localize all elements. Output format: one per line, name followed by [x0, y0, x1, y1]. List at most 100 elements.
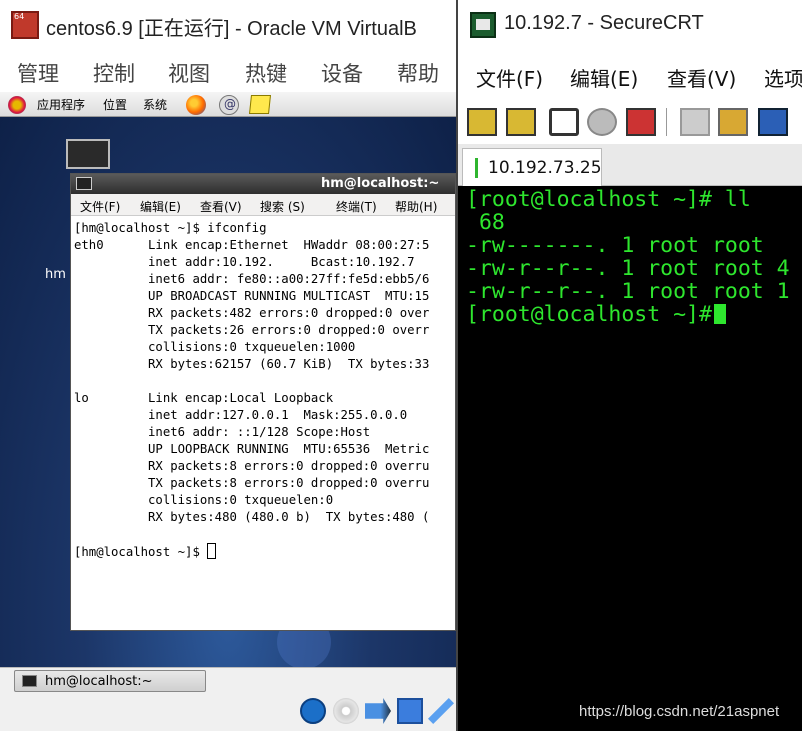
- crt-line: [root@localhost ~]# ll: [466, 187, 751, 212]
- optical-drive-status-icon[interactable]: [333, 698, 359, 724]
- terminal-menu-search[interactable]: 搜索 (S): [260, 198, 305, 215]
- crt-line: 68: [466, 210, 505, 235]
- disconnect-icon[interactable]: [626, 108, 656, 136]
- securecrt-window: 10.192.7 - SecureCRT 文件(F) 编辑(E) 查看(V) 选…: [456, 0, 802, 731]
- securecrt-app-icon: [470, 12, 496, 38]
- terminal-line: RX bytes:480 (480.0 b) TX bytes:480 (: [74, 510, 430, 524]
- quick-connect-icon[interactable]: [506, 108, 536, 136]
- terminal-prompt: [hm@localhost ~]$: [74, 545, 208, 559]
- terminal-line: inet6 addr: ::1/128 Scope:Host: [74, 425, 371, 439]
- gnome-top-panel: 应用程序 位置 系统: [0, 92, 456, 117]
- securecrt-menubar: 文件(F) 编辑(E) 查看(V) 选项: [458, 48, 802, 98]
- terminal-line: inet addr:10.192. Bcast:10.192.7: [74, 255, 415, 269]
- crt-prompt-line: [root@localhost ~]#: [466, 303, 790, 326]
- terminal-line: inet addr:127.0.0.1 Mask:255.0.0.0: [74, 408, 408, 422]
- terminal-icon: [76, 177, 92, 190]
- computer-desktop-icon[interactable]: [66, 139, 110, 169]
- terminal-cursor: [207, 543, 217, 559]
- toolbar-divider: [666, 108, 667, 136]
- watermark-text: https://blog.csdn.net/21aspnet: [579, 703, 780, 720]
- menu-view[interactable]: 视图: [168, 58, 210, 88]
- terminal-line: [hm@localhost ~]$ ifconfig: [74, 221, 267, 235]
- usb-status-icon[interactable]: [365, 698, 391, 724]
- securecrt-output: [root@localhost ~]# ll 68 -rw-------. 1 …: [466, 188, 790, 326]
- terminal-menubar: 文件(F) 编辑(E) 查看(V) 搜索 (S) 终端(T) 帮助(H): [71, 194, 455, 216]
- panel-applications-menu[interactable]: 应用程序: [37, 96, 85, 113]
- securecrt-terminal[interactable]: [root@localhost ~]# ll 68 -rw-------. 1 …: [458, 186, 802, 731]
- terminal-menu-edit[interactable]: 编辑(E): [140, 198, 181, 215]
- network-status-icon[interactable]: [397, 698, 423, 724]
- virtualbox-window: 64 centos6.9 [正在运行] - Oracle VM VirtualB…: [0, 0, 456, 731]
- virtualbox-title: centos6.9 [正在运行] - Oracle VM VirtualB: [46, 18, 417, 40]
- crt-menu-view[interactable]: 查看(V): [667, 63, 736, 92]
- crt-line: -rw-r--r--. 1 root root 1: [466, 279, 790, 304]
- find-icon[interactable]: [758, 108, 788, 136]
- terminal-menu-file[interactable]: 文件(F): [80, 198, 120, 215]
- app-icon-badge: 64: [14, 12, 25, 21]
- virtualbox-menubar: 管理 控制 视图 热键 设备 帮助: [0, 50, 456, 92]
- crt-cursor: [713, 304, 726, 324]
- gnome-foot-icon: [8, 96, 26, 114]
- securecrt-tabbar: 10.192.73.25: [458, 144, 802, 186]
- securecrt-toolbar: [458, 98, 802, 144]
- gnome-desktop: hm hm@localhost:~ 文件(F) 编辑(E) 查看(V) 搜索 (…: [0, 117, 456, 669]
- terminal-line: UP BROADCAST RUNNING MULTICAST MTU:15: [74, 289, 430, 303]
- terminal-line: inet6 addr: fe80::a00:27ff:fe5d:ebb5/6: [74, 272, 430, 286]
- terminal-line: RX packets:8 errors:0 dropped:0 overru: [74, 459, 430, 473]
- terminal-title: hm@localhost:~: [321, 176, 440, 191]
- guest-screen: 应用程序 位置 系统 hm hm@localhost:~ 文件(F): [0, 92, 456, 731]
- securecrt-titlebar[interactable]: 10.192.7 - SecureCRT: [458, 0, 802, 48]
- shared-folder-status-icon[interactable]: [428, 698, 454, 724]
- menu-help[interactable]: 帮助: [397, 58, 439, 88]
- connect-in-tab-icon[interactable]: [549, 108, 579, 136]
- crt-prompt: [root@localhost ~]#: [466, 302, 712, 327]
- taskbar-terminal-button[interactable]: hm@localhost:~: [14, 670, 206, 692]
- session-status-indicator: [475, 158, 478, 178]
- terminal-menu-view[interactable]: 查看(V): [200, 198, 242, 215]
- hard-disk-status-icon[interactable]: [300, 698, 326, 724]
- crt-line: -rw-r--r--. 1 root root 4: [466, 256, 790, 281]
- virtualbox-titlebar[interactable]: 64 centos6.9 [正在运行] - Oracle VM VirtualB: [0, 0, 456, 50]
- menu-hotkeys[interactable]: 热键: [245, 58, 287, 88]
- copy-icon[interactable]: [680, 108, 710, 136]
- mail-icon[interactable]: [219, 95, 239, 115]
- terminal-line: collisions:0 txqueuelen:1000: [74, 340, 356, 354]
- terminal-prompt-line: [hm@localhost ~]$: [74, 543, 454, 560]
- firefox-icon[interactable]: [186, 95, 206, 115]
- virtualbox-app-icon: 64: [11, 11, 39, 39]
- terminal-line: RX bytes:62157 (60.7 KiB) TX bytes:33: [74, 357, 430, 371]
- securecrt-title: 10.192.7 - SecureCRT: [504, 12, 704, 34]
- terminal-titlebar[interactable]: hm@localhost:~: [71, 174, 455, 194]
- crt-menu-edit[interactable]: 编辑(E): [570, 63, 638, 92]
- reconnect-icon[interactable]: [587, 108, 617, 136]
- paste-icon[interactable]: [718, 108, 748, 136]
- terminal-output[interactable]: [hm@localhost ~]$ ifconfig eth0 Link enc…: [74, 220, 454, 560]
- panel-system-menu[interactable]: 系统: [143, 96, 167, 113]
- menu-control[interactable]: 控制: [93, 58, 135, 88]
- screen: 64 centos6.9 [正在运行] - Oracle VM VirtualB…: [0, 0, 802, 731]
- terminal-line: eth0 Link encap:Ethernet HWaddr 08:00:27…: [74, 238, 430, 252]
- crt-line: -rw-------. 1 root root: [466, 233, 764, 258]
- terminal-line: RX packets:482 errors:0 dropped:0 over: [74, 306, 430, 320]
- session-tab[interactable]: 10.192.73.25: [462, 148, 602, 186]
- menu-devices[interactable]: 设备: [321, 58, 363, 88]
- terminal-line: lo Link encap:Local Loopback: [74, 391, 334, 405]
- menu-manage[interactable]: 管理: [17, 58, 59, 88]
- terminal-line: TX packets:26 errors:0 dropped:0 overr: [74, 323, 430, 337]
- gnome-terminal-window: hm@localhost:~ 文件(F) 编辑(E) 查看(V) 搜索 (S) …: [70, 173, 456, 631]
- terminal-line: TX packets:8 errors:0 dropped:0 overru: [74, 476, 430, 490]
- desktop-icon-label: hm: [45, 267, 66, 282]
- notes-icon[interactable]: [249, 95, 271, 114]
- panel-places-menu[interactable]: 位置: [103, 96, 127, 113]
- crt-menu-options[interactable]: 选项: [764, 63, 802, 92]
- session-tab-label: 10.192.73.25: [488, 158, 602, 178]
- gnome-bottom-panel: hm@localhost:~: [0, 667, 456, 731]
- crt-menu-file[interactable]: 文件(F): [476, 63, 543, 92]
- terminal-menu-help[interactable]: 帮助(H): [395, 198, 437, 215]
- connect-icon[interactable]: [467, 108, 497, 136]
- terminal-icon: [22, 675, 37, 687]
- terminal-line: collisions:0 txqueuelen:0: [74, 493, 334, 507]
- terminal-menu-terminal[interactable]: 终端(T): [336, 198, 377, 215]
